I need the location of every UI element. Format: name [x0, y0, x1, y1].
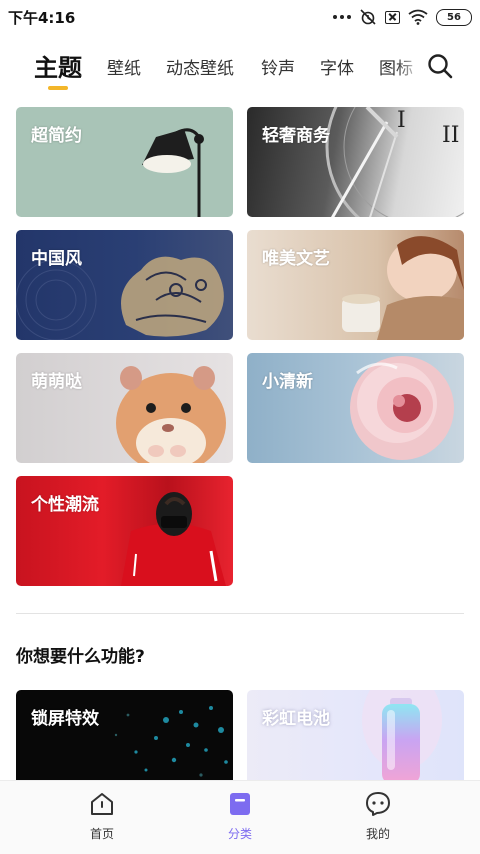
category-icon: [230, 793, 250, 815]
nav-label: 我的: [365, 827, 390, 841]
category-label: 中国风: [31, 249, 82, 269]
category-tabs: 主题 壁纸 动态壁纸 铃声 字体 图标: [0, 44, 480, 90]
tab-theme[interactable]: 主题: [34, 48, 82, 90]
section-divider: [16, 613, 464, 614]
feature-card-rainbow-battery[interactable]: 彩虹电池: [247, 690, 464, 790]
nav-home[interactable]: 首页: [57, 791, 147, 842]
status-icons: 56: [333, 8, 472, 26]
feature-label: 锁屏特效: [31, 709, 99, 729]
tab-font[interactable]: 字体: [320, 54, 354, 79]
category-label: 超简约: [31, 126, 82, 146]
tab-label: 壁纸: [107, 59, 141, 79]
category-label: 萌萌哒: [31, 372, 82, 392]
svg-text:II: II: [442, 123, 459, 148]
tab-ringtone[interactable]: 铃声: [261, 54, 295, 79]
battery-indicator: 56: [436, 8, 472, 26]
tab-live-wallpaper[interactable]: 动态壁纸: [166, 54, 234, 79]
search-icon[interactable]: [427, 53, 453, 79]
category-label: 唯美文艺: [262, 249, 330, 269]
category-label: 轻奢商务: [262, 126, 330, 146]
category-card-cute[interactable]: 萌萌哒: [16, 353, 233, 463]
no-sim-icon: [385, 10, 400, 24]
more-notifications-icon: [333, 15, 351, 19]
status-time: 下午4:16: [8, 9, 76, 27]
home-icon: [91, 793, 113, 815]
category-card-chinese-style[interactable]: 中国风: [16, 230, 233, 340]
status-bar: 下午4:16 56: [0, 0, 480, 34]
nav-label: 首页: [89, 827, 114, 841]
tab-label: 主题: [34, 54, 82, 82]
tab-label: 铃声: [261, 59, 295, 79]
feature-label: 彩虹电池: [262, 709, 330, 729]
category-card-minimal[interactable]: 超简约: [16, 107, 233, 217]
tab-label: 字体: [320, 59, 354, 79]
category-card-trendy[interactable]: 个性潮流: [16, 476, 233, 586]
nav-label: 分类: [227, 827, 252, 841]
feature-card-lockscreen-effects[interactable]: 锁屏特效: [16, 690, 233, 790]
tab-label: 动态壁纸: [166, 59, 234, 79]
category-card-artistic[interactable]: 唯美文艺: [247, 230, 464, 340]
features-section-title: 你想要什么功能?: [16, 647, 145, 667]
category-card-fresh[interactable]: 小清新: [247, 353, 464, 463]
tab-wallpaper[interactable]: 壁纸: [107, 54, 141, 79]
category-label: 个性潮流: [31, 495, 99, 515]
active-tab-indicator: [48, 86, 68, 90]
nav-profile[interactable]: 我的: [333, 791, 423, 842]
tabs-fade: [396, 44, 422, 90]
category-label: 小清新: [262, 372, 313, 392]
wifi-icon: [408, 9, 428, 25]
nav-category[interactable]: 分类: [195, 791, 285, 842]
alarm-off-icon: [360, 9, 376, 25]
bottom-navigation: 首页 分类 我的: [0, 780, 480, 854]
profile-icon: [366, 792, 390, 816]
category-card-business[interactable]: I II 轻奢商务: [247, 107, 464, 217]
svg-text:I: I: [397, 108, 406, 133]
